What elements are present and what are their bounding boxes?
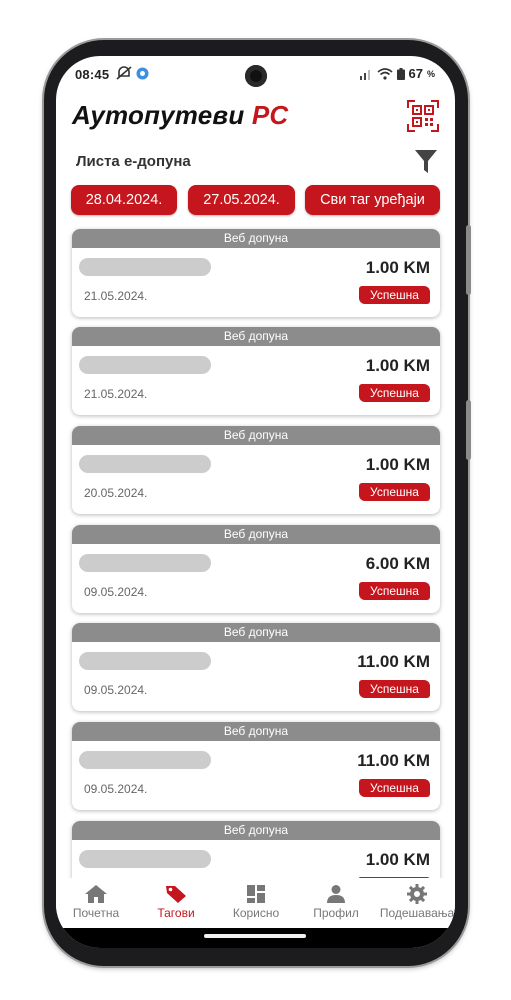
status-badge: Успешна (359, 286, 430, 304)
profile-icon (327, 885, 345, 903)
tag-icon (166, 886, 186, 903)
status-time: 08:45 (75, 67, 110, 82)
transaction-date: 21.05.2024. (84, 289, 148, 303)
tag-name-placeholder (79, 554, 211, 572)
app-screen: 08:45 67% Аутопутеви РС Листа е-допуна 2… (56, 56, 455, 948)
transaction-type: Веб допуна (72, 327, 440, 346)
tag-name-placeholder (79, 751, 211, 769)
status-badge: Успешна (359, 483, 430, 501)
app-title: Аутопутеви РС (72, 100, 288, 131)
transaction-card[interactable]: Веб допуна 1.00 KM 21.05.2024. Успешна (72, 327, 440, 415)
app-title-accent: РС (251, 100, 289, 130)
transaction-date: 09.05.2024. (84, 683, 148, 697)
tab-profile[interactable]: Профил (296, 878, 376, 928)
transaction-amount: 11.00 KM (357, 751, 430, 770)
signal-icon (359, 69, 370, 80)
transaction-type: Веб допуна (72, 229, 440, 248)
system-nav-bar (56, 928, 455, 948)
dashboard-icon (247, 885, 265, 903)
app-title-main: Аутопутеви (72, 100, 245, 130)
list-title: Листа е-допуна (76, 153, 191, 170)
tab-useful[interactable]: Корисно (216, 878, 296, 928)
tag-devices-button[interactable]: Сви таг уређаји (305, 185, 440, 215)
tag-name-placeholder (79, 850, 211, 868)
date-from-button[interactable]: 28.04.2024. (71, 185, 177, 215)
transaction-type: Веб допуна (72, 623, 440, 642)
battery-unit: % (426, 68, 435, 79)
transaction-type: Веб допуна (72, 722, 440, 741)
transaction-card[interactable]: Веб допуна 1.00 KM 20.05.2024. Успешна (72, 426, 440, 514)
tab-profile-label: Профил (313, 906, 359, 920)
date-to-button[interactable]: 27.05.2024. (188, 185, 295, 215)
front-camera (245, 65, 267, 87)
filter-icon[interactable] (415, 150, 437, 174)
battery-level: 67 (408, 66, 423, 81)
tab-home[interactable]: Почетна (56, 878, 136, 928)
transaction-date: 20.05.2024. (84, 486, 148, 500)
transaction-amount: 1.00 KM (365, 258, 430, 277)
date-to-label: 27.05.2024. (203, 192, 280, 208)
app-notification-icon (136, 67, 149, 79)
volume-button (466, 225, 471, 295)
transaction-card[interactable]: Веб допуна 11.00 KM 09.05.2024. Успешна (72, 623, 440, 711)
transaction-amount: 11.00 KM (357, 652, 430, 671)
tag-name-placeholder (79, 258, 211, 276)
tag-devices-label: Сви таг уређаји (320, 192, 425, 208)
battery-icon (396, 67, 405, 80)
transaction-type: Веб допуна (72, 821, 440, 840)
qr-code-icon[interactable] (407, 100, 439, 132)
tab-useful-label: Корисно (232, 906, 280, 920)
status-badge: Успешна (359, 582, 430, 600)
tag-name-placeholder (79, 652, 211, 670)
tag-name-placeholder (79, 455, 211, 473)
transaction-amount: 1.00 KM (365, 455, 430, 474)
gear-icon (407, 884, 427, 904)
date-from-label: 28.04.2024. (85, 192, 163, 208)
home-icon (85, 885, 107, 903)
tab-settings-label: Подешавања (379, 906, 455, 920)
status-badge: Успешна (359, 779, 430, 797)
home-indicator[interactable] (204, 934, 306, 938)
transaction-date: 09.05.2024. (84, 782, 148, 796)
status-badge: Успешна (359, 680, 430, 698)
bottom-tab-bar: Почетна Тагови Корисно Профил Подешавања (56, 878, 455, 928)
transaction-date: 09.05.2024. (84, 585, 148, 599)
wifi-icon (376, 67, 393, 80)
transaction-card[interactable]: Веб допуна 11.00 KM 09.05.2024. Успешна (72, 722, 440, 810)
transaction-type: Веб допуна (72, 525, 440, 544)
power-button (466, 400, 471, 460)
tab-home-label: Почетна (72, 906, 120, 920)
status-bar: 08:45 67% (56, 56, 455, 92)
tab-tags-label: Тагови (157, 906, 195, 920)
transaction-card[interactable]: Веб допуна 6.00 KM 09.05.2024. Успешна (72, 525, 440, 613)
status-badge: Успешна (359, 384, 430, 402)
transaction-amount: 1.00 KM (365, 850, 430, 869)
tag-name-placeholder (79, 356, 211, 374)
transaction-date: 21.05.2024. (84, 387, 148, 401)
transaction-amount: 1.00 KM (365, 356, 430, 375)
mute-icon (116, 66, 132, 80)
tab-settings[interactable]: Подешавања (376, 878, 455, 928)
transaction-type: Веб допуна (72, 426, 440, 445)
tab-tags[interactable]: Тагови (136, 878, 216, 928)
transaction-card[interactable]: Веб допуна 1.00 KM 21.05.2024. Успешна (72, 229, 440, 317)
transaction-amount: 6.00 KM (365, 554, 430, 573)
